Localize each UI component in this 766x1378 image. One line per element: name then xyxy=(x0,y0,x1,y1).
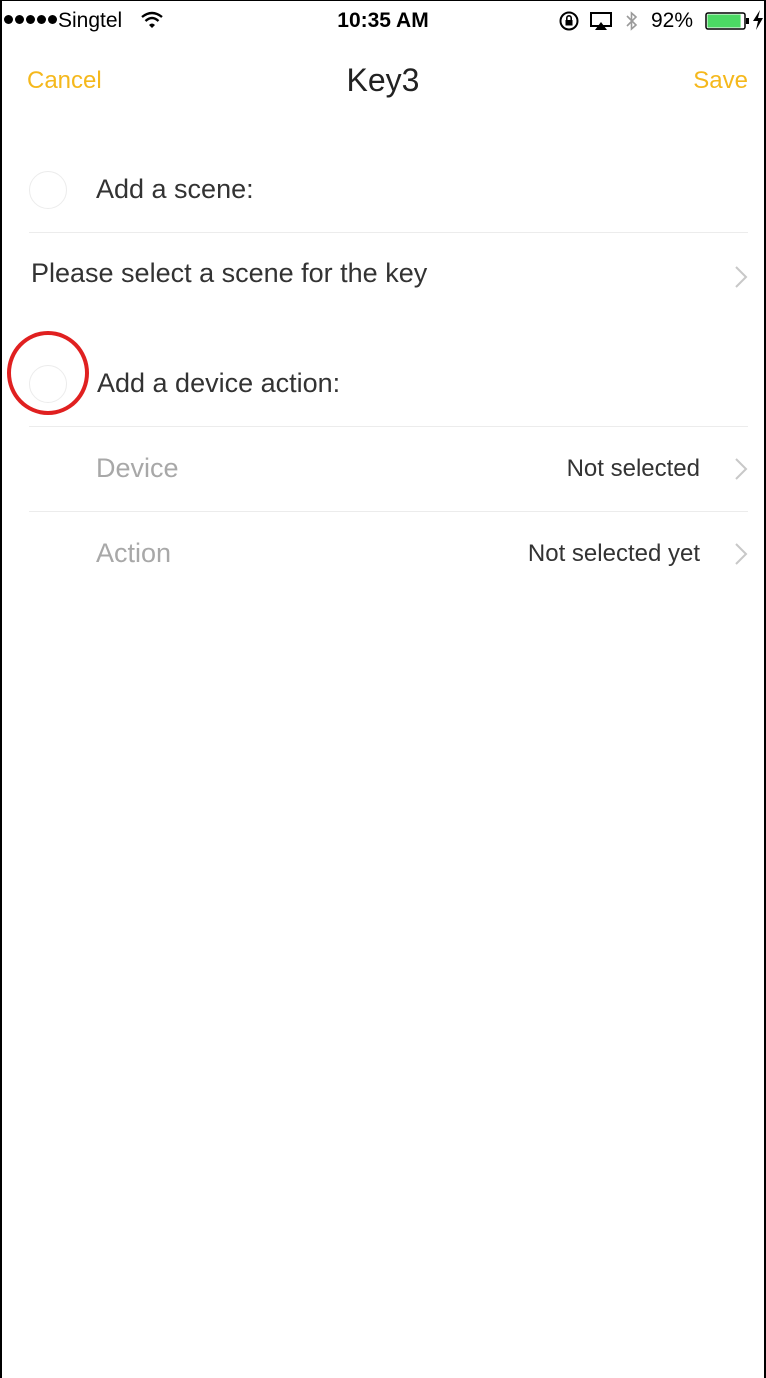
status-bar: Singtel 10:35 AM 92% xyxy=(0,0,766,44)
save-button[interactable]: Save xyxy=(693,67,748,95)
chevron-right-icon xyxy=(734,457,748,486)
device-row-value: Not selected xyxy=(566,455,700,482)
bluetooth-icon xyxy=(624,9,640,38)
screenshot-frame xyxy=(0,0,766,1378)
scene-select-row[interactable]: Please select a scene for the key xyxy=(0,240,766,312)
highlight-circle xyxy=(7,331,89,415)
scene-select-text: Please select a scene for the key xyxy=(31,258,428,288)
action-row-value: Not selected yet xyxy=(527,540,700,567)
device-row[interactable]: Device Not selected xyxy=(0,427,766,511)
airplay-icon xyxy=(589,11,613,36)
orientation-lock-icon xyxy=(558,10,580,37)
scene-section-label: Add a scene: xyxy=(96,174,254,204)
chevron-right-icon xyxy=(734,542,748,571)
device-action-section-label: Add a device action: xyxy=(97,368,341,398)
divider xyxy=(29,232,748,233)
device-row-label: Device xyxy=(96,453,179,483)
charging-icon xyxy=(752,9,764,36)
scene-radio[interactable] xyxy=(29,171,67,209)
page-title: Key3 xyxy=(346,62,420,98)
action-row-label: Action xyxy=(96,538,172,568)
battery-percent: 92% xyxy=(651,9,694,32)
action-row[interactable]: Action Not selected yet xyxy=(0,512,766,596)
chevron-right-icon xyxy=(734,265,748,294)
battery-icon xyxy=(705,12,751,35)
